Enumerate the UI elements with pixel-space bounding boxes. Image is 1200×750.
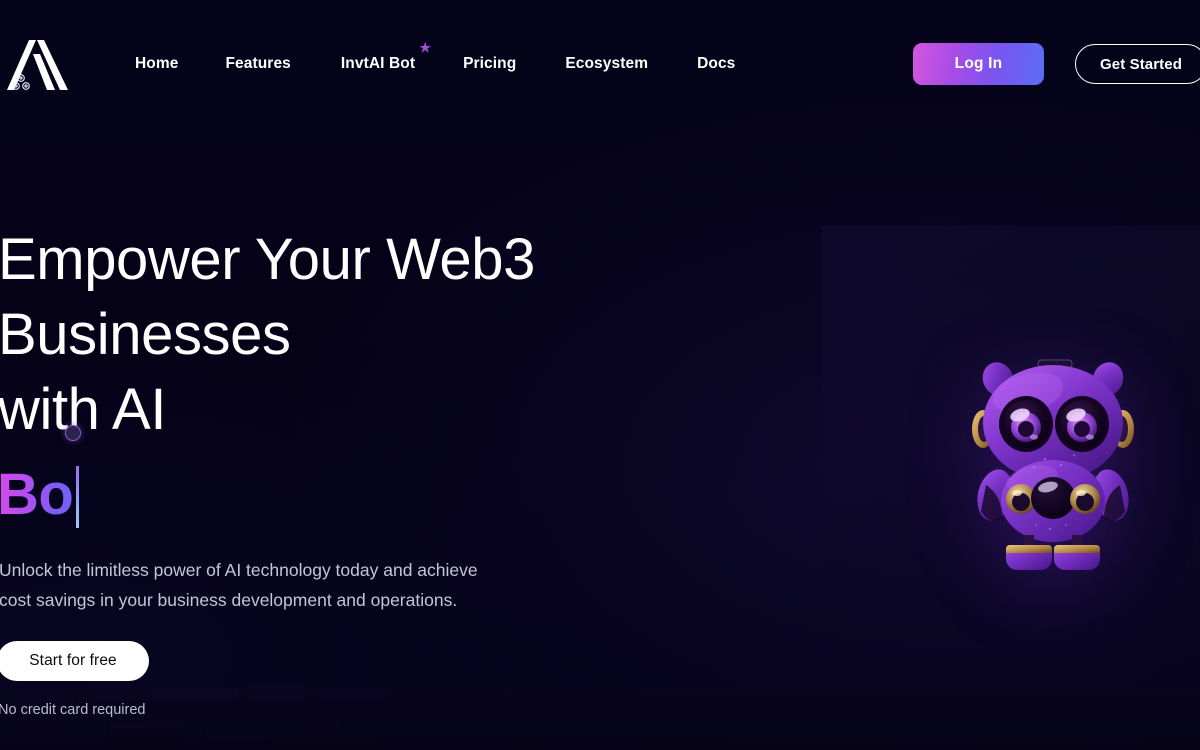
- hero-section: Empower Your Web3 Businesses with AI Bo …: [0, 222, 840, 720]
- no-credit-card-note: No credit card required: [0, 702, 146, 718]
- orb-icon: [65, 425, 81, 441]
- nav-label: InvtAI Bot: [340, 55, 416, 72]
- site-header: Home Features InvtAI Bot ★ Pricing Ecosy…: [0, 0, 1200, 128]
- text-caret: [76, 466, 80, 528]
- invtai-logo[interactable]: [6, 32, 70, 96]
- nav-item-ecosystem[interactable]: Ecosystem: [565, 52, 648, 76]
- header-actions: Log In Get Started: [913, 43, 1200, 85]
- nav-label: Home: [135, 55, 179, 72]
- get-started-button[interactable]: Get Started: [1075, 44, 1200, 84]
- hero-cta-wrap: Start for free: [0, 641, 840, 681]
- start-for-free-button[interactable]: Start for free: [0, 641, 149, 681]
- hero-typed-row: Bo: [0, 425, 840, 533]
- login-button[interactable]: Log In: [913, 43, 1044, 85]
- nav-label: Ecosystem: [565, 55, 649, 72]
- hero-typed-word: Bo: [0, 463, 74, 527]
- nav-label: Pricing: [463, 55, 517, 72]
- star-icon: ★: [419, 40, 432, 55]
- invtai-robot-mascot: [972, 359, 1134, 570]
- nav-item-invtai-bot[interactable]: InvtAI Bot ★: [340, 41, 431, 76]
- hero-subtitle: Unlock the limitless power of AI technol…: [0, 560, 478, 610]
- nav-item-home[interactable]: Home: [135, 52, 178, 76]
- main-nav: Home Features InvtAI Bot ★ Pricing Ecosy…: [135, 41, 735, 76]
- nav-item-pricing[interactable]: Pricing: [463, 52, 516, 76]
- nav-label: Docs: [697, 55, 736, 72]
- nav-item-docs[interactable]: Docs: [697, 52, 735, 76]
- nav-label: Features: [225, 55, 291, 72]
- page-title: Empower Your Web3 Businesses with AI: [0, 227, 536, 442]
- nav-item-features[interactable]: Features: [225, 52, 290, 76]
